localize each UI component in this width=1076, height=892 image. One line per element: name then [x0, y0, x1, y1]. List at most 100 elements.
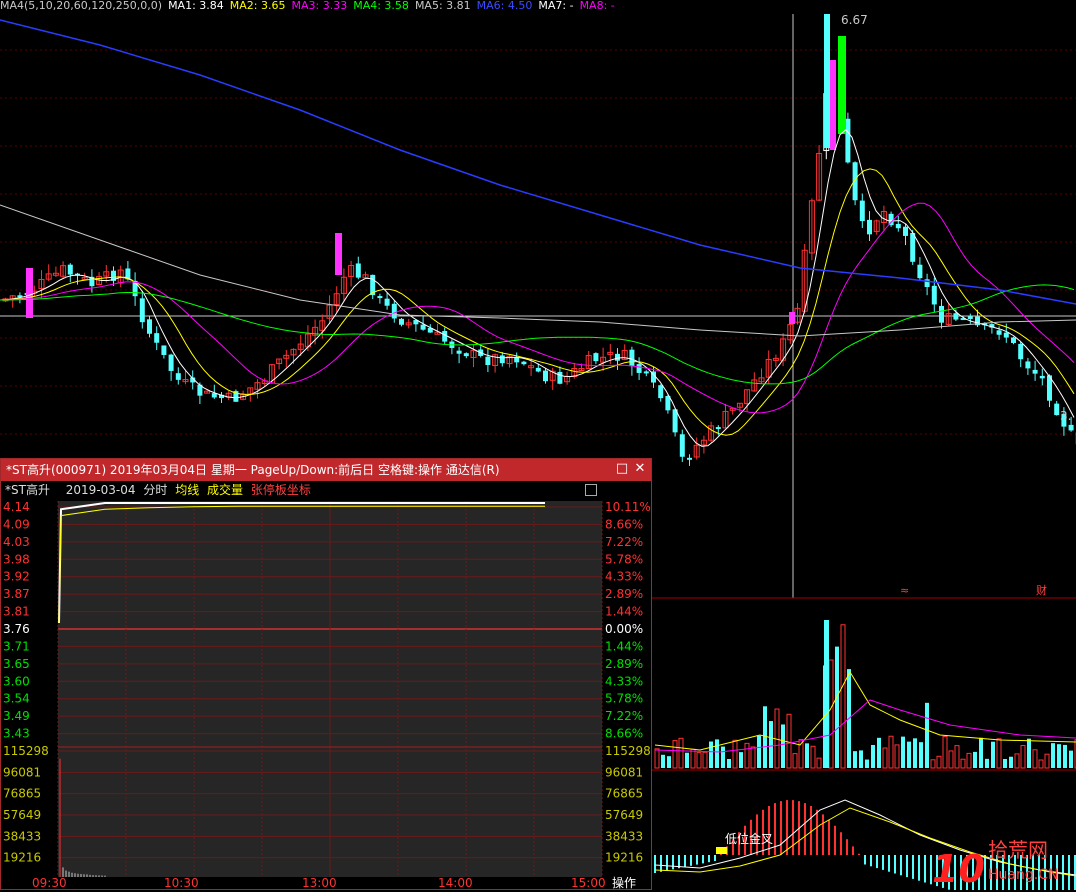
candle-body — [644, 371, 649, 373]
candle-body — [716, 427, 721, 429]
candle-body — [26, 268, 33, 318]
candle-body — [1011, 337, 1016, 343]
candle-body — [867, 220, 872, 234]
volume-tick-label: 96081 — [605, 765, 643, 779]
candle-body — [500, 355, 505, 363]
volume-bar — [895, 745, 899, 768]
volume-bar — [949, 751, 953, 768]
volume-bar — [889, 736, 893, 768]
volume-bar — [1009, 757, 1013, 768]
ma-legend-item: MA4(5,10,20,60,120,250,0,0) — [0, 0, 162, 12]
candle-body — [680, 434, 685, 456]
candle-body — [860, 201, 865, 221]
minute-chart-window[interactable]: *ST高升(000971) 2019年03月04日 星期一 PageUp/Dow… — [0, 458, 652, 890]
volume-bar — [805, 743, 809, 768]
ma-legend-item: MA8: - — [580, 0, 615, 12]
volume-tick-label: 19216 — [605, 851, 643, 865]
volume-tick-label: 76865 — [3, 787, 41, 801]
limit-axis-toggle[interactable]: 张停板坐标 — [251, 483, 311, 497]
candle-body — [543, 371, 548, 382]
volume-bar — [679, 738, 683, 768]
volume-toggle[interactable]: 成交量 — [207, 483, 243, 497]
volume-bar — [979, 738, 983, 768]
pct-tick-label: 8.66% — [605, 727, 643, 741]
minute-date: 2019-03-04 — [66, 483, 136, 497]
volume-bar — [937, 756, 941, 768]
volume-bar — [787, 714, 791, 768]
ma-legend: MA4(5,10,20,60,120,250,0,0)MA1: 3.84MA2:… — [0, 0, 621, 14]
price-tick-label: 3.71 — [3, 639, 30, 653]
volume-bar — [1039, 760, 1043, 768]
ma-legend-item: MA6: 4.50 — [477, 0, 533, 12]
price-tick-label: 3.43 — [3, 727, 30, 741]
layout-icon[interactable] — [585, 484, 597, 496]
pct-tick-label: 0.00% — [605, 622, 643, 636]
candle-body — [903, 227, 908, 236]
volume-bar — [697, 753, 701, 768]
ma-legend-item: MA5: 3.81 — [415, 0, 471, 12]
event-marker: ≈ — [900, 584, 909, 597]
volume-bar — [1027, 739, 1031, 768]
ma-legend-item: MA2: 3.65 — [230, 0, 286, 12]
price-tick-label: 3.76 — [3, 622, 30, 636]
volume-bar — [967, 753, 971, 768]
volume-bar — [877, 738, 881, 768]
volume-bar — [727, 759, 731, 768]
candle-body — [147, 319, 152, 333]
ma-legend-item: MA3: 3.33 — [292, 0, 348, 12]
volume-bar — [1015, 754, 1019, 768]
volume-bar — [661, 755, 665, 768]
candle-body — [557, 372, 562, 384]
volume-bar — [883, 748, 887, 768]
watermark-url: Huang.CN — [988, 867, 1058, 883]
candle-body — [615, 354, 620, 361]
volume-bar — [955, 746, 959, 768]
price-tick-label: 3.60 — [3, 674, 30, 688]
time-tick-label: 13:00 — [302, 876, 337, 889]
candle-body — [1025, 361, 1030, 368]
volume-bar — [673, 741, 677, 768]
minute-plot[interactable]: 4.1410.11%4.098.66%4.037.22%3.985.78%3.9… — [1, 499, 651, 889]
volume-bar — [733, 740, 737, 768]
candle-body — [1004, 333, 1009, 338]
candle-body — [521, 362, 526, 364]
price-tick-label: 3.49 — [3, 709, 30, 723]
pct-tick-label: 4.33% — [605, 674, 643, 688]
pct-tick-label: 4.33% — [605, 570, 643, 584]
ma-legend-item: MA4: 3.58 — [353, 0, 409, 12]
volume-bar — [931, 760, 935, 768]
pct-tick-label: 7.22% — [605, 535, 643, 549]
candle-body — [385, 299, 390, 306]
volume-bar — [835, 647, 839, 768]
volume-bar — [1045, 754, 1049, 768]
signal-marker — [716, 847, 727, 854]
volume-bar — [1021, 745, 1025, 768]
volume-tick-label: 96081 — [3, 765, 41, 779]
pct-tick-label: 5.78% — [605, 692, 643, 706]
time-tick-label: 15:00 — [571, 876, 606, 889]
candle-body — [442, 331, 447, 342]
candle-body — [377, 296, 382, 298]
candle-body — [939, 306, 944, 323]
candle-body — [1018, 344, 1023, 359]
volume-bar — [757, 736, 761, 768]
window-title-bar[interactable]: *ST高升(000971) 2019年03月04日 星期一 PageUp/Dow… — [1, 459, 651, 481]
price-tick-label: 3.65 — [3, 657, 30, 671]
close-icon[interactable]: ✕ — [633, 462, 647, 476]
avg-line-toggle[interactable]: 均线 — [175, 483, 199, 497]
pct-tick-label: 2.89% — [605, 657, 643, 671]
maximize-icon[interactable]: □ — [615, 462, 629, 476]
volume-bar — [769, 721, 773, 768]
volume-bar — [793, 754, 797, 768]
volume-ma-line — [655, 672, 1076, 750]
candle-body — [629, 350, 634, 367]
volume-bar — [1069, 751, 1073, 768]
price-tick-label: 4.09 — [3, 517, 30, 531]
candle-body — [687, 458, 692, 460]
minute-mode: 分时 — [143, 483, 167, 497]
volume-bar — [817, 758, 821, 768]
volume-tick-label: 57649 — [605, 808, 643, 822]
volume-bar — [811, 746, 815, 768]
watermark-text: 拾荒网 — [988, 838, 1048, 862]
candle-body — [154, 333, 159, 343]
